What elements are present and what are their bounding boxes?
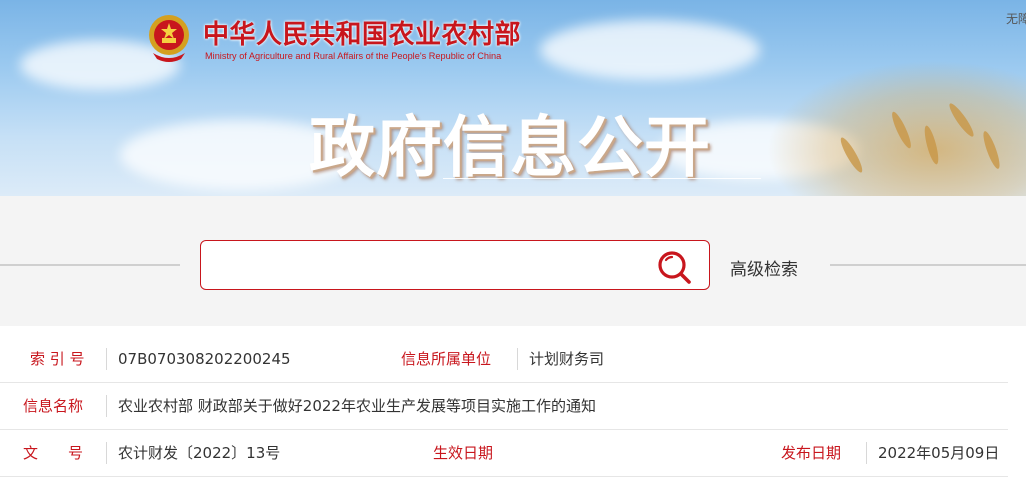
publish-date-value: 2022年05月09日 [878,444,1000,462]
search-box [200,240,710,290]
header-banner: 中华人民共和国农业农村部 Ministry of Agriculture and… [0,0,1026,196]
unit-label: 信息所属单位 [401,350,492,368]
doc-number-value: 农计财发〔2022〕13号 [118,444,281,462]
search-section: 高级检索 [0,196,1026,326]
accessibility-link[interactable]: 无障 [1006,10,1026,27]
title-underline [443,178,761,179]
table-row: 信息名称 农业农村部 财政部关于做好2022年农业生产发展等项目实施工作的通知 [0,383,1008,430]
cloud-decoration [540,20,760,80]
ministry-name-en: Ministry of Agriculture and Rural Affair… [205,51,502,61]
cell-divider [106,348,107,370]
divider-left [0,264,180,266]
search-icon[interactable] [655,248,695,288]
cell-divider [517,348,518,370]
ministry-name-cn: 中华人民共和国农业农村部 [203,20,522,50]
index-label: 索 引 号 [30,350,85,368]
publish-date-label: 发布日期 [781,444,842,462]
advanced-search-link[interactable]: 高级检索 [730,255,798,280]
cell-divider [106,442,107,464]
document-info-table: 索 引 号 07B070308202200245 信息所属单位 计划财务司 信息… [0,326,1026,481]
cell-divider [106,395,107,417]
effective-date-label: 生效日期 [433,444,494,462]
table-row: 文 号 农计财发〔2022〕13号 生效日期 发布日期 2022年05月09日 [0,430,1008,477]
search-input[interactable] [213,249,647,283]
cell-divider [866,442,867,464]
table-row: 索 引 号 07B070308202200245 信息所属单位 计划财务司 [0,336,1008,383]
divider-right [830,264,1026,266]
name-value: 农业农村部 财政部关于做好2022年农业生产发展等项目实施工作的通知 [118,397,596,415]
index-value: 07B070308202200245 [118,350,291,368]
doc-number-label: 文 号 [23,444,84,462]
unit-value: 计划财务司 [529,350,605,368]
name-label: 信息名称 [23,397,84,415]
page-title: 政府信息公开 [309,109,711,186]
national-emblem-icon [149,15,189,62]
